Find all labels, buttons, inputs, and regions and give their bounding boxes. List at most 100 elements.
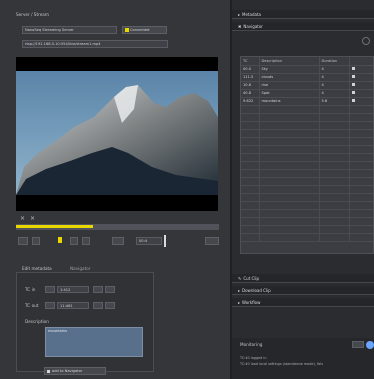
table-row-empty (241, 233, 373, 242)
table-row-empty (241, 193, 373, 202)
table-cell-empty (259, 225, 320, 234)
tc-out-extra-button[interactable] (105, 302, 115, 309)
navigator-header[interactable]: ✖ Navigator (232, 22, 374, 31)
play-icon[interactable] (58, 237, 62, 243)
table-cell-empty (319, 193, 350, 202)
description-label: Description (25, 319, 49, 324)
last-frame-button[interactable] (112, 237, 124, 245)
table-cell-empty (241, 233, 260, 242)
table-row[interactable]: 10.6 rise 4 (241, 81, 373, 90)
monitoring-toggle[interactable] (352, 341, 364, 348)
download-clip-header[interactable]: ▸ Download Clip (232, 286, 374, 295)
tc-in-go-button[interactable] (93, 286, 103, 293)
tc-in-extra-button[interactable] (105, 286, 115, 293)
table-row[interactable]: 40.8 Spot 4 (241, 89, 373, 98)
monitoring-label: Monitoring (240, 342, 263, 347)
table-cell-empty (259, 233, 320, 242)
table-cell-empty (349, 233, 373, 242)
table-cell-empty (319, 129, 350, 138)
tc-in-field[interactable]: 1:412 (57, 286, 89, 293)
cut-clip-header[interactable]: ✎ Cut Clip (232, 274, 374, 283)
table-cell-empty (349, 185, 373, 194)
row-action-icon[interactable] (351, 67, 355, 70)
description-input[interactable]: mountains (45, 327, 143, 357)
table-row[interactable]: 9.622 mountains 5.6 (241, 97, 373, 106)
table-cell: 4 (319, 73, 350, 82)
table-row-empty (241, 145, 373, 154)
table-cell-empty (319, 161, 350, 170)
col-actions (349, 57, 373, 66)
tc-out-set-button[interactable] (45, 302, 55, 309)
stream-path-field[interactable]: rtsp://192.168.0.10:554/live/stream1.mp4 (22, 40, 168, 48)
navigator-label: Navigator (243, 23, 263, 29)
table-row-empty (241, 225, 373, 234)
table-cell-empty (349, 201, 373, 210)
log-line-1: TC:40 logged in (240, 356, 267, 360)
table-row-empty (241, 161, 373, 170)
workflow-icon: ▸ (238, 299, 241, 305)
table-row[interactable]: 111.5 clouds 4 (241, 73, 373, 82)
volume-handle[interactable] (164, 235, 166, 247)
table-cell: 9.622 (241, 97, 260, 106)
table-cell-empty (349, 225, 373, 234)
table-cell-empty (241, 137, 260, 146)
navigator-search-icon[interactable] (362, 37, 370, 45)
row-action-icon[interactable] (351, 91, 355, 94)
table-cell-empty (259, 217, 320, 226)
timeline-markers: × (20, 215, 27, 222)
table-cell-empty (259, 129, 320, 138)
workflow-header[interactable]: ▸ Workflow (232, 298, 374, 307)
edit-metadata-box: TC in 1:412 TC out 11:461 Description mo… (16, 272, 154, 372)
col-duration[interactable]: Duration (319, 57, 350, 66)
metadata-header[interactable]: ▸ Metadata (232, 10, 374, 19)
table-cell: Spot (259, 89, 320, 98)
time-field[interactable]: 00:4 (136, 237, 162, 245)
col-tc[interactable]: TC (241, 57, 260, 66)
connected-button[interactable]: Connected (122, 26, 167, 34)
table-cell-empty (259, 137, 320, 146)
table-cell-empty (319, 113, 350, 122)
left-panel: Server / Stream NanoSeq Streaming Server… (0, 0, 230, 379)
table-cell: 40.8 (241, 89, 260, 98)
table-row[interactable]: 00.0 Sky 4 (241, 65, 373, 74)
table-cell-empty (259, 193, 320, 202)
add-to-navigator-button[interactable]: add to Navigator (44, 367, 106, 375)
connected-label: Connected (130, 28, 150, 32)
video-player[interactable] (16, 57, 218, 211)
row-action-icon[interactable] (351, 75, 355, 78)
prev-button[interactable] (32, 237, 40, 245)
table-row-empty (241, 185, 373, 194)
table-cell-empty (259, 153, 320, 162)
row-action-icon[interactable] (351, 99, 355, 102)
server-field[interactable]: NanoSeq Streaming Server (22, 26, 117, 34)
table-cell: 4 (319, 81, 350, 90)
tab-navigator[interactable]: Navigator (70, 266, 91, 271)
table-cell-empty (259, 209, 320, 218)
download-clip-label: Download Clip (242, 287, 271, 293)
download-icon: ▸ (238, 287, 241, 293)
tc-in-set-button[interactable] (45, 286, 55, 293)
row-action-icon[interactable] (351, 83, 355, 86)
stop-button[interactable] (70, 237, 78, 245)
tc-out-go-button[interactable] (93, 302, 103, 309)
col-description[interactable]: Description (259, 57, 320, 66)
table-cell-empty (319, 169, 350, 178)
table-row-empty (241, 129, 373, 138)
table-cell: 4 (319, 65, 350, 74)
tc-out-field[interactable]: 11:461 (57, 302, 89, 309)
transport-controls: 00:4 (18, 235, 220, 247)
table-cell-empty (241, 177, 260, 186)
first-frame-button[interactable] (18, 237, 28, 245)
table-cell-empty (259, 105, 320, 114)
tab-edit-metadata[interactable]: Edit metadata (22, 266, 52, 271)
table-cell (349, 97, 373, 106)
navigator-table: TC Description Duration 00.0 Sky 4 111.5 clo… (241, 57, 373, 242)
fullscreen-button[interactable] (205, 237, 219, 245)
add-to-navigator-label: add to Navigator (52, 369, 83, 373)
timeline-track[interactable] (16, 224, 219, 230)
table-cell-empty (349, 169, 373, 178)
table-cell-empty (259, 145, 320, 154)
next-button[interactable] (82, 237, 90, 245)
table-cell-empty (241, 105, 260, 114)
cut-icon: ✎ (238, 275, 242, 281)
